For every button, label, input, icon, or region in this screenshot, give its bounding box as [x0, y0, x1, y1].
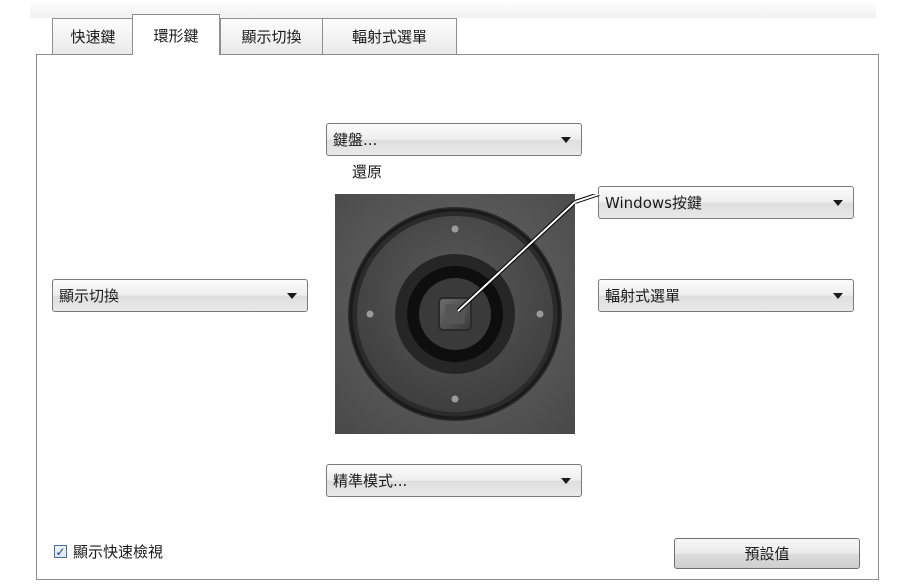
- dropdown-value: 精準模式...: [333, 472, 408, 490]
- leader-line: [575, 194, 600, 204]
- tab-label: 環形鍵: [153, 26, 199, 45]
- chevron-down-icon: [287, 292, 297, 299]
- tab-label: 顯示切換: [241, 28, 302, 46]
- ring-center-button-dropdown[interactable]: Windows按鍵: [598, 186, 854, 219]
- tab-radial-menu[interactable]: 輻射式選單: [322, 18, 457, 54]
- chevron-down-icon: [561, 477, 571, 484]
- ring-top-caption: 還原: [352, 163, 383, 181]
- chevron-down-icon: [561, 136, 571, 143]
- tab-touch-ring[interactable]: 環形鍵: [132, 14, 220, 55]
- touch-ring-image: [335, 194, 577, 434]
- tab-label: 輻射式選單: [351, 28, 427, 46]
- chevron-down-icon: [833, 199, 843, 206]
- ring-left-function-dropdown[interactable]: 顯示切換: [52, 279, 308, 312]
- show-quick-view-checkbox[interactable]: ✓: [54, 545, 67, 558]
- ring-right-function-dropdown[interactable]: 輻射式選單: [598, 279, 854, 312]
- tab-display-toggle[interactable]: 顯示切換: [220, 18, 323, 54]
- defaults-button[interactable]: 預設值: [674, 538, 860, 569]
- touch-ring-graphic: [335, 194, 577, 434]
- checkbox-check-icon: ✓: [55, 544, 66, 559]
- ring-top-function-dropdown[interactable]: 鍵盤...: [326, 123, 582, 156]
- defaults-button-label: 預設值: [744, 545, 790, 563]
- tab-label: 快速鍵: [70, 28, 116, 46]
- dropdown-value: Windows按鍵: [605, 194, 702, 212]
- show-quick-view-option[interactable]: ✓ 顯示快速檢視: [54, 541, 163, 562]
- dropdown-value: 鍵盤...: [333, 131, 378, 149]
- show-quick-view-label: 顯示快速檢視: [73, 543, 164, 561]
- dropdown-value: 輻射式選單: [605, 287, 681, 305]
- tablet-properties-window: 快速鍵 環形鍵 顯示切換 輻射式選單 鍵盤... 還原 顯示切換 Windows…: [0, 0, 904, 584]
- dropdown-value: 顯示切換: [59, 287, 120, 305]
- tab-express-keys[interactable]: 快速鍵: [52, 18, 134, 54]
- chevron-down-icon: [833, 292, 843, 299]
- ring-bottom-function-dropdown[interactable]: 精準模式...: [326, 464, 582, 497]
